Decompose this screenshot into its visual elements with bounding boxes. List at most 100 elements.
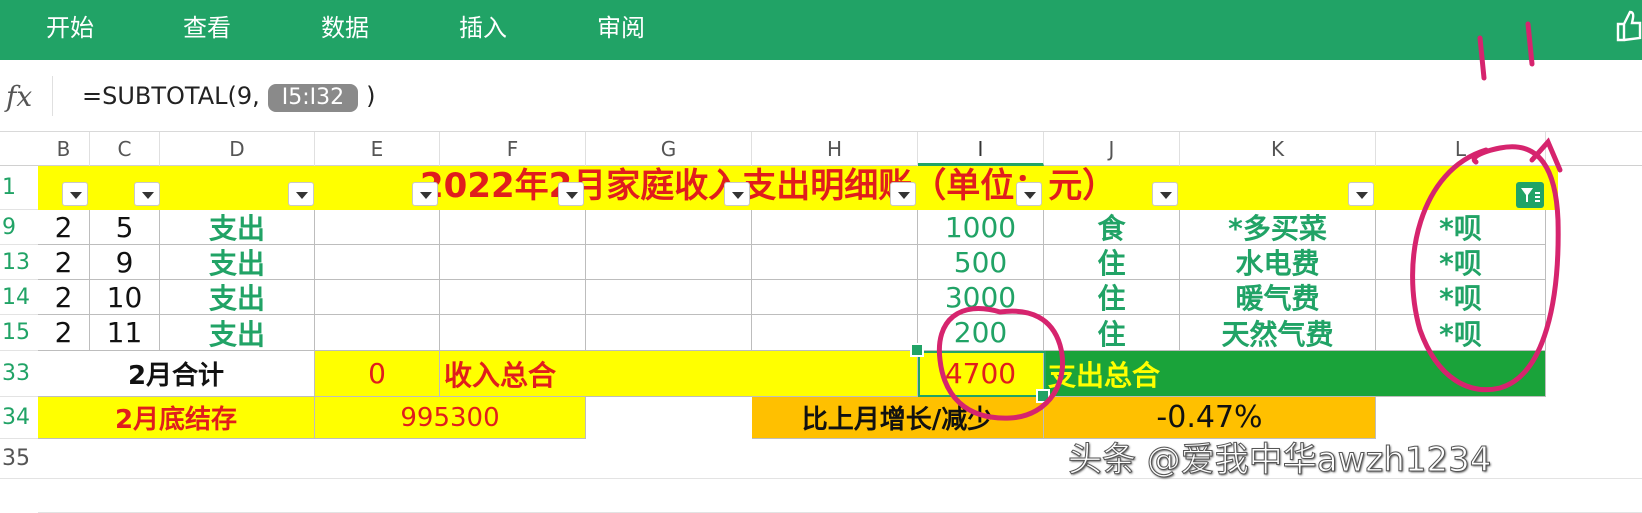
menu-home[interactable]: 开始 xyxy=(46,8,94,43)
cell-b14[interactable]: 2 xyxy=(38,280,90,315)
cell-h9[interactable] xyxy=(752,210,918,245)
cell-k15[interactable]: 天然气费 xyxy=(1180,315,1376,351)
row-header-14[interactable]: 14 xyxy=(0,280,38,315)
column-header-b[interactable]: B xyxy=(38,132,90,166)
cell-b15[interactable]: 2 xyxy=(38,315,90,351)
ribbon-toolbar: 开始 查看 数据 插入 审阅 xyxy=(0,0,1642,60)
cell-j13[interactable]: 住 xyxy=(1044,245,1180,280)
column-header-j[interactable]: J xyxy=(1044,132,1180,166)
cell-g13[interactable] xyxy=(586,245,752,280)
filter-dropdown-g[interactable] xyxy=(724,182,750,206)
cell-g9[interactable] xyxy=(586,210,752,245)
column-header-f[interactable]: F xyxy=(440,132,586,166)
cell-d13[interactable]: 支出 xyxy=(160,245,315,280)
formula-suffix: ) xyxy=(366,82,376,110)
cell-l14[interactable]: *呗 xyxy=(1376,280,1546,315)
cell-j15[interactable]: 住 xyxy=(1044,315,1180,351)
formula-bar: fx =SUBTOTAL(9, I5:I32) xyxy=(0,60,1642,132)
filter-dropdown-i[interactable] xyxy=(1016,182,1042,206)
row-header-15[interactable]: 15 xyxy=(0,315,38,351)
cell-month-total-label[interactable]: 2月合计 xyxy=(38,351,315,397)
cell-e9[interactable] xyxy=(315,210,440,245)
row-header-35[interactable]: 35 xyxy=(0,439,38,479)
cell-f14[interactable] xyxy=(440,280,586,315)
cell-c14[interactable]: 10 xyxy=(90,280,160,315)
filter-dropdown-b[interactable] xyxy=(62,182,88,206)
cell-h14[interactable] xyxy=(752,280,918,315)
menu-view[interactable]: 查看 xyxy=(183,8,231,43)
selection-handle-bottom-right[interactable] xyxy=(1036,389,1050,403)
row-header-13[interactable]: 13 xyxy=(0,245,38,280)
column-header-l[interactable]: L xyxy=(1376,132,1546,166)
sheet-title[interactable]: 2022年2月家庭收入支出明细账（单位：元） xyxy=(420,166,1116,206)
filter-active-icon[interactable] xyxy=(1516,182,1544,208)
column-header-h[interactable]: H xyxy=(752,132,918,166)
filter-dropdown-d[interactable] xyxy=(288,182,314,206)
cell-b9[interactable]: 2 xyxy=(38,210,90,245)
row-header-34[interactable]: 34 xyxy=(0,397,38,439)
selection-handle-top-left[interactable] xyxy=(910,343,924,357)
filter-dropdown-j[interactable] xyxy=(1152,182,1178,206)
column-header-k[interactable]: K xyxy=(1180,132,1376,166)
row-header-33[interactable]: 33 xyxy=(0,351,38,397)
cell-k13[interactable]: 水电费 xyxy=(1180,245,1376,280)
cell-k14[interactable]: 暖气费 xyxy=(1180,280,1376,315)
filter-dropdown-c[interactable] xyxy=(134,182,160,206)
row-header-9[interactable]: 9 xyxy=(0,210,38,245)
cell-change-label[interactable]: 比上月增长/减少 xyxy=(752,397,1044,439)
cell-d14[interactable]: 支出 xyxy=(160,280,315,315)
cell-l13[interactable]: *呗 xyxy=(1376,245,1546,280)
formula-divider xyxy=(52,76,53,116)
cell-income-total-label[interactable]: 收入总合 xyxy=(440,351,918,397)
menu-insert[interactable]: 插入 xyxy=(459,8,507,43)
thumbs-up-icon[interactable] xyxy=(1612,8,1642,44)
formula-input[interactable]: =SUBTOTAL(9, I5:I32) xyxy=(82,82,376,112)
cell-k9[interactable]: *多买菜 xyxy=(1180,210,1376,245)
cell-expense-total-label[interactable]: 支出总合 xyxy=(1044,351,1546,397)
cell-l15[interactable]: *呗 xyxy=(1376,315,1546,351)
cell-h15[interactable] xyxy=(752,315,918,351)
column-header-i[interactable]: I xyxy=(918,132,1044,166)
cell-e14[interactable] xyxy=(315,280,440,315)
cell-c9[interactable]: 5 xyxy=(90,210,160,245)
cell-f15[interactable] xyxy=(440,315,586,351)
row-36-cells[interactable] xyxy=(38,479,1642,513)
cell-i14[interactable]: 3000 xyxy=(918,280,1044,315)
cell-l9[interactable]: *呗 xyxy=(1376,210,1546,245)
column-header-c[interactable]: C xyxy=(90,132,160,166)
filter-dropdown-k[interactable] xyxy=(1348,182,1374,206)
filter-dropdown-f[interactable] xyxy=(558,182,584,206)
cell-c13[interactable]: 9 xyxy=(90,245,160,280)
cell-c15[interactable]: 11 xyxy=(90,315,160,351)
column-header-d[interactable]: D xyxy=(160,132,315,166)
cell-h13[interactable] xyxy=(752,245,918,280)
column-header-g[interactable]: G xyxy=(586,132,752,166)
menu-data[interactable]: 数据 xyxy=(321,8,369,43)
cell-e15[interactable] xyxy=(315,315,440,351)
cell-b13[interactable]: 2 xyxy=(38,245,90,280)
range-reference-chip[interactable]: I5:I32 xyxy=(267,84,359,112)
selection-border xyxy=(918,351,1046,397)
column-header-e[interactable]: E xyxy=(315,132,440,166)
cell-f13[interactable] xyxy=(440,245,586,280)
cell-e13[interactable] xyxy=(315,245,440,280)
cell-d9[interactable]: 支出 xyxy=(160,210,315,245)
filter-dropdown-e[interactable] xyxy=(412,182,438,206)
watermark: 头条 @爱我中华awzh1234 xyxy=(1067,440,1492,481)
cell-month-end-balance-label[interactable]: 2月底结存 xyxy=(38,397,315,439)
cell-g15[interactable] xyxy=(586,315,752,351)
filter-dropdown-h[interactable] xyxy=(890,182,916,206)
cell-d15[interactable]: 支出 xyxy=(160,315,315,351)
cell-month-end-balance-value[interactable]: 995300 xyxy=(315,397,586,439)
cell-f9[interactable] xyxy=(440,210,586,245)
cell-i13[interactable]: 500 xyxy=(918,245,1044,280)
row-header-1[interactable]: 1 xyxy=(0,166,38,210)
cell-income-total-value[interactable]: 0 xyxy=(315,351,440,397)
cell-g14[interactable] xyxy=(586,280,752,315)
menu-review[interactable]: 审阅 xyxy=(597,8,645,43)
formula-prefix: =SUBTOTAL(9, xyxy=(82,82,260,110)
cell-i15[interactable]: 200 xyxy=(918,315,1044,351)
cell-j9[interactable]: 食 xyxy=(1044,210,1180,245)
cell-j14[interactable]: 住 xyxy=(1044,280,1180,315)
cell-i9[interactable]: 1000 xyxy=(918,210,1044,245)
